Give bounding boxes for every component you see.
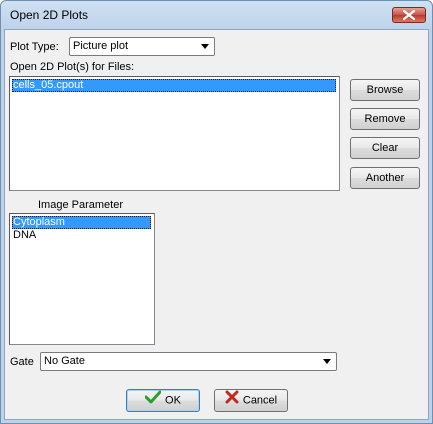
- plot-type-dropdown-button[interactable]: [197, 39, 212, 54]
- chevron-down-icon: [323, 359, 331, 364]
- plot-type-select[interactable]: Picture plot: [69, 37, 215, 56]
- x-mark-icon: [225, 390, 239, 411]
- gate-label: Gate: [10, 356, 34, 368]
- remove-button[interactable]: Remove: [350, 108, 420, 130]
- gate-select[interactable]: No Gate: [40, 352, 337, 371]
- plot-type-label: Plot Type:: [10, 41, 59, 53]
- close-button[interactable]: [392, 7, 426, 23]
- cancel-label: Cancel: [242, 394, 278, 407]
- ok-button[interactable]: OK: [126, 389, 200, 412]
- gate-dropdown-button[interactable]: [319, 354, 334, 369]
- files-label: Open 2D Plot(s) for Files:: [10, 61, 135, 73]
- window-title: Open 2D Plots: [10, 8, 89, 22]
- dialog-client-area: Plot Type: Picture plot Open 2D Plot(s) …: [4, 29, 429, 420]
- gate-value: No Gate: [44, 355, 85, 367]
- title-bar[interactable]: Open 2D Plots: [1, 1, 432, 29]
- list-item[interactable]: Cytoplasm: [12, 216, 151, 229]
- clear-button[interactable]: Clear: [350, 137, 420, 159]
- image-parameter-listbox[interactable]: Cytoplasm DNA: [9, 213, 155, 345]
- plot-type-value: Picture plot: [73, 40, 129, 52]
- checkmark-icon: [144, 390, 162, 411]
- files-listbox[interactable]: cells_05.cpout: [9, 76, 340, 191]
- image-parameter-label: Image Parameter: [38, 199, 123, 211]
- browse-button[interactable]: Browse: [350, 79, 420, 101]
- close-icon: [403, 10, 415, 20]
- list-item[interactable]: DNA: [12, 229, 151, 242]
- cancel-button[interactable]: Cancel: [214, 389, 288, 412]
- list-item[interactable]: cells_05.cpout: [12, 79, 336, 92]
- dialog-window: Open 2D Plots Plot Type: Picture plot Op…: [0, 0, 433, 424]
- chevron-down-icon: [201, 44, 209, 49]
- another-button[interactable]: Another: [350, 167, 420, 189]
- ok-label: OK: [165, 394, 181, 407]
